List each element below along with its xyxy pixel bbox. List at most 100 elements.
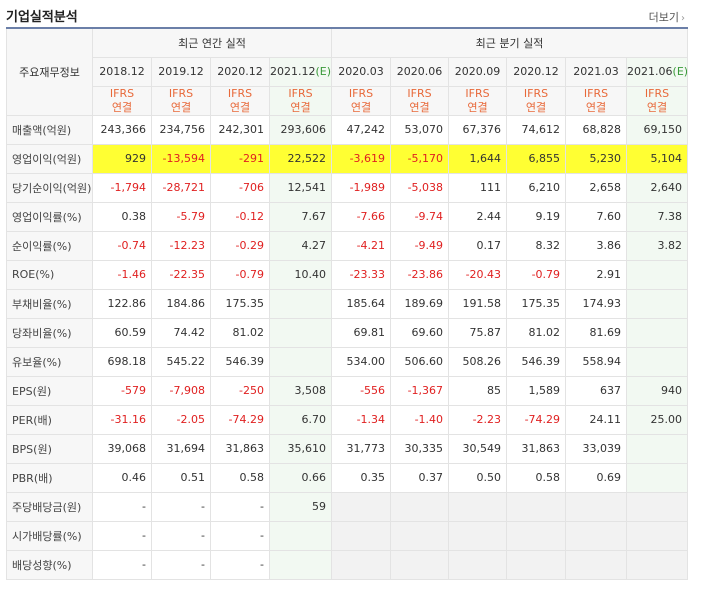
table-cell (626, 346, 689, 377)
table-cell: -1.34 (331, 404, 392, 435)
table-cell: 5,104 (626, 143, 689, 174)
table-cell: -74.29 (506, 404, 567, 435)
ifrs-label: IFRS (168, 86, 194, 100)
table-cell: 60.59 (92, 317, 152, 348)
table-cell: 6.70 (268, 404, 333, 435)
table-cell: -250 (210, 375, 270, 406)
table-cell: - (92, 491, 152, 522)
table-row: 주당배당금(원) - - -59 (6, 491, 689, 522)
table-row: 부채비율(%) 122.86 184.86 175.35 185.64 189.69 191… (6, 288, 689, 319)
row-label: 당좌비율(%) (6, 317, 93, 348)
table-cell: -23.86 (390, 259, 450, 290)
table-cell: 5,230 (565, 143, 628, 174)
row-label: 당기순이익(억원) (6, 172, 93, 203)
table-cell: 242,301 (210, 114, 270, 145)
table-cell: -5.79 (151, 201, 211, 232)
table-cell: 0.51 (151, 462, 211, 493)
ifrs-label: IFRS (109, 86, 135, 100)
period-header: 2021.06(E) (626, 56, 689, 87)
consolidated-label: 연결 (229, 100, 251, 114)
table-cell (626, 317, 689, 348)
table-cell (626, 462, 689, 493)
table-cell: - (92, 549, 152, 580)
table-cell: 122.86 (92, 288, 152, 319)
table-cell: 31,863 (506, 433, 567, 464)
table-cell: 0.58 (506, 462, 567, 493)
row-label: ROE(%) (6, 259, 93, 290)
quarter-group-header: 최근 분기 실적 (331, 27, 689, 58)
table-cell: -22.35 (151, 259, 211, 290)
row-label: 영업이익률(%) (6, 201, 93, 232)
table-cell: 0.46 (92, 462, 152, 493)
table-cell: -0.29 (210, 230, 270, 261)
ifrs-label: IFRS (583, 86, 609, 100)
consolidated-label: 연결 (170, 100, 192, 114)
table-cell: 68,828 (565, 114, 628, 145)
period-header: 2021.12(E) (268, 56, 333, 87)
row-label: 영업이익(억원) (6, 143, 93, 174)
period-header: 2020.12 (506, 56, 567, 87)
more-link[interactable]: 더보기 › (649, 9, 685, 25)
table-row: ROE(%) -1.46 -22.35 -0.79 10.40 -23.33 -23.86-… (6, 259, 689, 290)
row-label: 주당배당금(원) (6, 491, 93, 522)
table-cell: 9.19 (506, 201, 567, 232)
table-cell: 184.86 (151, 288, 211, 319)
table-cell: 31,863 (210, 433, 270, 464)
table-cell: - (210, 520, 270, 551)
table-cell: 75.87 (448, 317, 508, 348)
table-cell: 940 (626, 375, 689, 406)
table-cell: 69.60 (390, 317, 450, 348)
table-row: PBR(배) 0.46 0.51 0.58 0.66 0.35 0.37 0.50 0.58 0.… (6, 462, 689, 493)
table-cell: 0.50 (448, 462, 508, 493)
table-cell: 24.11 (565, 404, 628, 435)
table-cell: 234,756 (151, 114, 211, 145)
table-row: 순이익률(%) -0.74 -12.23 -0.29 4.27 -4.21 -9.49 0.1… (6, 230, 689, 261)
table-cell: 2.44 (448, 201, 508, 232)
section-title: 기업실적분석 (6, 10, 78, 25)
period-label: 2021.12 (270, 65, 316, 78)
table-cell: -579 (92, 375, 152, 406)
table-cell (448, 520, 508, 551)
table-cell: 293,606 (268, 114, 333, 145)
table-cell (268, 346, 333, 377)
table-cell: 7.67 (268, 201, 333, 232)
ifrs-label: IFRS (644, 86, 670, 100)
table-cell: -2.05 (151, 404, 211, 435)
table-cell: 558.94 (565, 346, 628, 377)
table-cell: 534.00 (331, 346, 392, 377)
table-cell: -1,989 (331, 172, 392, 203)
table-cell (331, 491, 392, 522)
table-cell: 3,508 (268, 375, 333, 406)
table-cell: 1,644 (448, 143, 508, 174)
table-cell: 546.39 (210, 346, 270, 377)
period-header: 2018.12 (92, 56, 152, 87)
table-cell: -1,367 (390, 375, 450, 406)
table-cell: -5,038 (390, 172, 450, 203)
table-cell: -0.79 (210, 259, 270, 290)
table-cell: 3.86 (565, 230, 628, 261)
annual-group-header: 최근 연간 실적 (91, 27, 333, 58)
table-cell: 81.69 (565, 317, 628, 348)
period-label: 2019.12 (158, 65, 204, 78)
table-row: 시가배당률(%) - - - (6, 520, 689, 551)
table-cell: 35,610 (268, 433, 333, 464)
table-cell: - (151, 549, 211, 580)
table-cell: -13,594 (151, 143, 211, 174)
table-cell: -1.40 (390, 404, 450, 435)
table-cell: 0.35 (331, 462, 392, 493)
table-cell: 0.17 (448, 230, 508, 261)
table-cell: 7.60 (565, 201, 628, 232)
period-label: 2021.06 (627, 65, 673, 78)
financial-summary-table: 주요재무정보 최근 연간 실적 최근 분기 실적 2018.12 2019.12 2020… (6, 27, 689, 580)
table-cell: -706 (210, 172, 270, 203)
table-cell: 0.38 (92, 201, 152, 232)
table-cell: 74.42 (151, 317, 211, 348)
ifrs-header: IFRS 연결 (390, 85, 450, 116)
table-cell: 929 (92, 143, 152, 174)
table-cell: -9.49 (390, 230, 450, 261)
table-cell: -31.16 (92, 404, 152, 435)
table-cell (390, 549, 450, 580)
ifrs-header: IFRS 연결 (626, 85, 689, 116)
period-label: 2020.12 (513, 65, 559, 78)
table-cell: 4.27 (268, 230, 333, 261)
